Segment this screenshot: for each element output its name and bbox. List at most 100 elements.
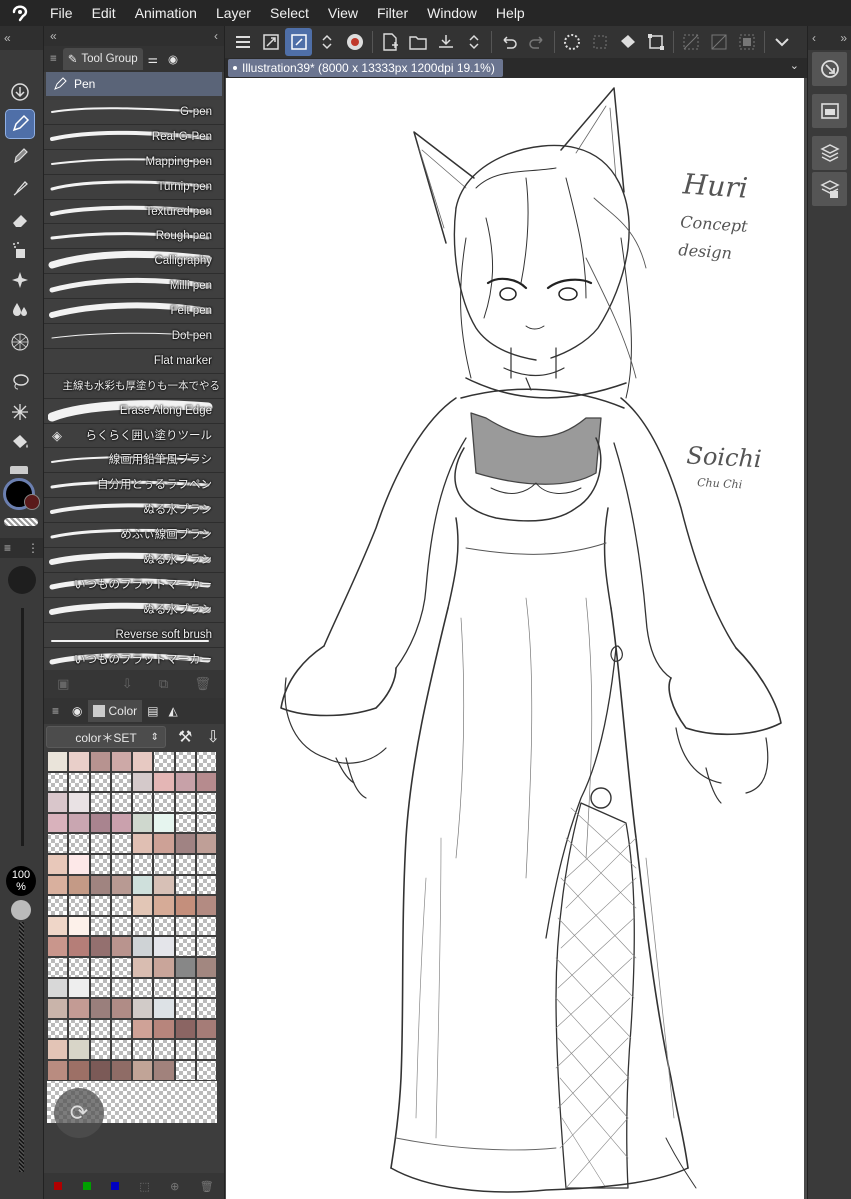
color-swatch[interactable]	[132, 895, 154, 916]
color-swatch[interactable]	[89, 895, 111, 916]
clear-icon[interactable]	[586, 28, 613, 56]
tab-sub-tool-detail[interactable]: ◉	[163, 48, 183, 70]
delete-sub-tool-icon[interactable]: 🗑	[194, 676, 211, 692]
tab-sliders[interactable]: ⚌	[143, 48, 163, 70]
sub-color-swatch[interactable]	[24, 494, 40, 510]
color-swatch[interactable]	[47, 977, 69, 999]
tool-perspective-icon[interactable]	[6, 328, 34, 356]
loading-icon[interactable]	[558, 28, 585, 56]
color-swatch[interactable]	[47, 998, 69, 1019]
panel-menu-icon[interactable]: ≡	[4, 541, 11, 555]
color-swatch[interactable]	[174, 936, 196, 957]
tab-approximate-color[interactable]: ◭	[164, 700, 183, 722]
collapse-left-icon[interactable]: ‹	[812, 31, 816, 45]
color-swatch[interactable]	[68, 853, 90, 875]
color-swatch[interactable]	[153, 812, 175, 834]
brush-item[interactable]: Reverse soft brush	[44, 622, 224, 648]
color-swatch[interactable]	[195, 956, 217, 978]
brush-item[interactable]: Real G-Pen	[44, 124, 224, 150]
color-swatch[interactable]	[132, 998, 154, 1019]
brush-item[interactable]: Felt pen	[44, 299, 224, 325]
tool-move-icon[interactable]	[6, 78, 34, 106]
brush-item[interactable]: ぬる水ブラシ	[44, 597, 224, 623]
companion-mode-icon[interactable]	[341, 28, 368, 56]
color-swatch[interactable]	[153, 956, 175, 978]
color-swatch[interactable]	[110, 895, 132, 916]
color-swatch[interactable]	[195, 998, 217, 1019]
brush-item[interactable]: ぬる水ブラシ	[44, 548, 224, 573]
color-swatch[interactable]	[153, 1039, 175, 1060]
color-swatch[interactable]	[174, 853, 196, 875]
color-swatch[interactable]	[153, 751, 175, 772]
color-swatch[interactable]	[174, 956, 196, 978]
brush-item[interactable]: Textured pen	[44, 199, 224, 225]
color-swatch[interactable]	[195, 812, 217, 834]
opacity-slider-thumb[interactable]	[11, 900, 31, 920]
color-swatch[interactable]	[89, 998, 111, 1019]
color-swatch[interactable]	[132, 1059, 154, 1081]
color-swatch[interactable]	[110, 751, 132, 772]
color-swatch[interactable]	[132, 792, 154, 813]
color-swatch[interactable]	[153, 1018, 175, 1040]
tool-decoration-icon[interactable]	[6, 266, 34, 294]
open-file-icon[interactable]	[404, 28, 431, 56]
color-swatch[interactable]	[68, 895, 90, 916]
brush-item[interactable]: いつものフラットマーカー	[44, 647, 224, 673]
brush-item[interactable]: めふぃ線画ブラシ	[44, 523, 224, 549]
color-swatch[interactable]	[110, 977, 132, 999]
color-swatch[interactable]	[174, 1018, 196, 1040]
color-swatch[interactable]	[110, 771, 132, 793]
tool-eraser-icon[interactable]	[6, 206, 34, 234]
brush-item[interactable]: Milli pen	[44, 274, 224, 300]
color-swatch[interactable]	[132, 1018, 154, 1040]
collapse-right-icon[interactable]: »	[840, 31, 847, 45]
color-swatch[interactable]	[153, 936, 175, 957]
color-swatch[interactable]	[110, 1018, 132, 1040]
color-swatch[interactable]	[195, 1039, 217, 1060]
color-swatch[interactable]	[132, 771, 154, 793]
color-swatch[interactable]	[89, 792, 111, 813]
menu-icon[interactable]	[229, 28, 256, 56]
collapse-panel-icon[interactable]: ‹	[214, 29, 218, 43]
color-swatch[interactable]	[132, 956, 154, 978]
color-swatch[interactable]	[68, 771, 90, 793]
app-logo-icon[interactable]	[0, 0, 40, 26]
menu-layer[interactable]: Layer	[206, 0, 260, 26]
delete-color-icon[interactable]: 🗑	[200, 1180, 214, 1193]
undo-icon[interactable]	[495, 28, 522, 56]
rotate-canvas-button[interactable]: ⟳	[54, 1088, 104, 1138]
color-swatch[interactable]	[132, 977, 154, 999]
tool-blend-icon[interactable]	[6, 296, 34, 324]
color-swatch[interactable]	[132, 874, 154, 896]
panel-menu-icon[interactable]: ≡	[44, 53, 63, 65]
color-swatch[interactable]	[174, 1059, 196, 1081]
tool-pencil-icon[interactable]	[6, 142, 34, 170]
color-swatch[interactable]	[47, 1059, 69, 1081]
chevron-down-icon[interactable]	[768, 28, 795, 56]
color-swatch[interactable]	[89, 1018, 111, 1040]
transparent-color-toggle[interactable]	[4, 518, 38, 526]
panel-menu-icon[interactable]: ≡	[44, 704, 67, 718]
color-swatch[interactable]	[68, 936, 90, 957]
tool-airbrush-icon[interactable]	[6, 236, 34, 264]
brush-item[interactable]: 線画用鉛筆風ブラシ	[44, 448, 224, 474]
expand-panel-icon[interactable]: «	[50, 29, 57, 43]
color-swatch[interactable]	[89, 833, 111, 854]
copy-sub-tool-icon[interactable]: ⇩	[122, 676, 133, 692]
tab-intermediate-color[interactable]: ▤	[142, 700, 163, 722]
tool-pen-icon[interactable]	[5, 109, 35, 139]
color-swatch[interactable]	[89, 751, 111, 772]
color-swatch[interactable]	[47, 915, 69, 937]
tool-brush-icon[interactable]	[6, 174, 34, 202]
color-swatch[interactable]	[153, 977, 175, 999]
color-swatch[interactable]	[153, 1059, 175, 1081]
color-swatch[interactable]	[174, 792, 196, 813]
color-swatch[interactable]	[174, 771, 196, 793]
color-swatch[interactable]	[195, 915, 217, 937]
color-swatch[interactable]	[174, 998, 196, 1019]
color-swatch[interactable]	[110, 1059, 132, 1081]
color-swatch[interactable]	[47, 1039, 69, 1060]
color-swatch[interactable]	[110, 812, 132, 834]
brush-item[interactable]: Erase Along Edge	[44, 398, 224, 424]
color-swatch[interactable]	[174, 977, 196, 999]
